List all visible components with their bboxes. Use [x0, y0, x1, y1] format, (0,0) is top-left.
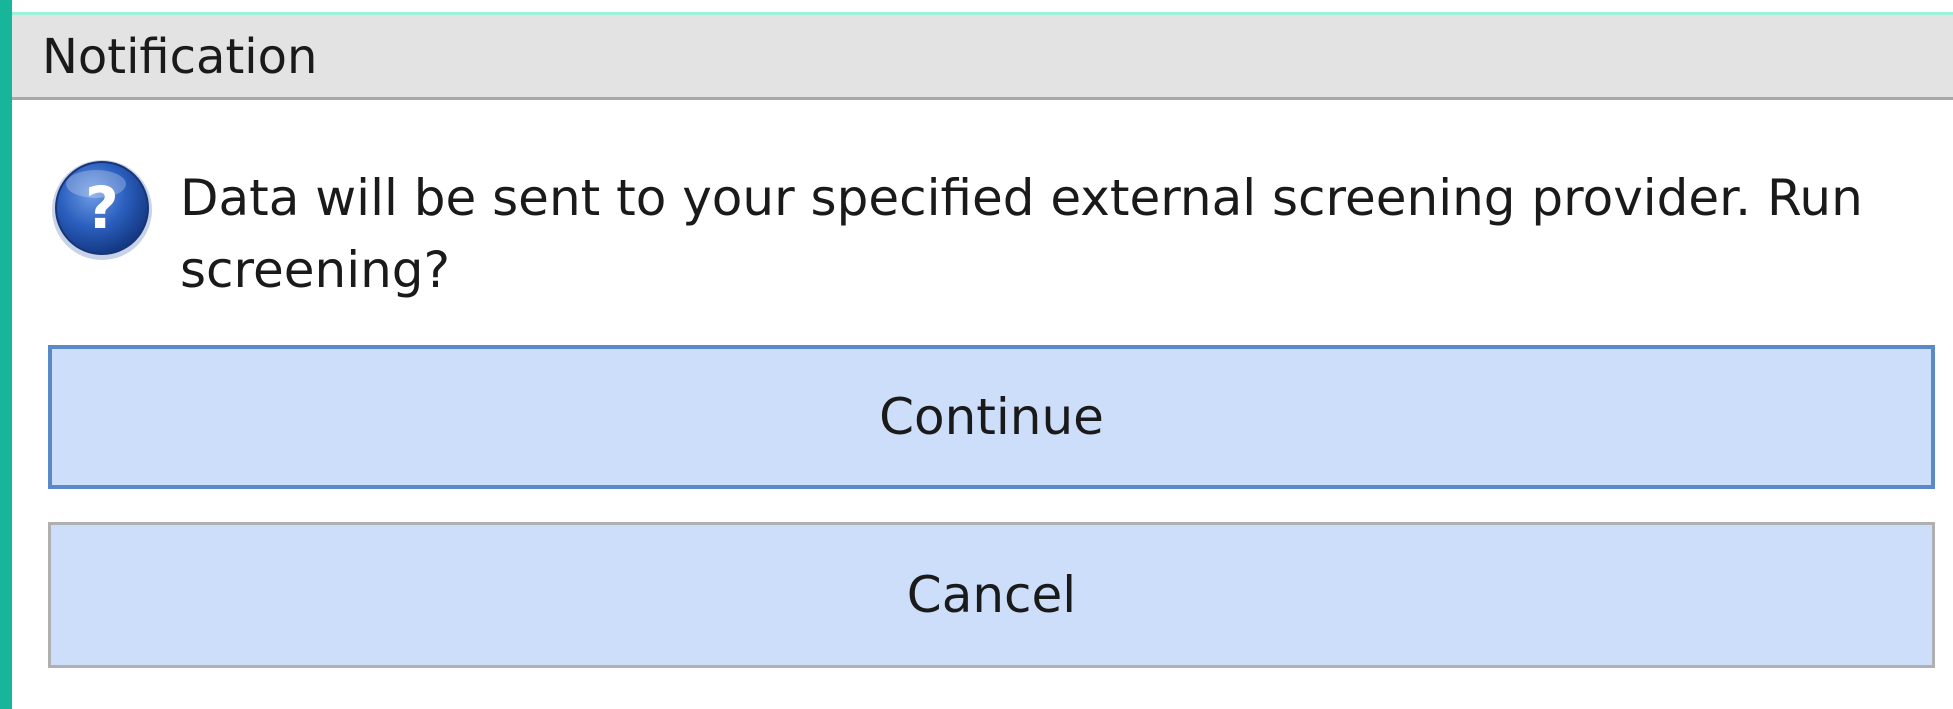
notification-dialog: Notification ? Data will be sent to your… [12, 15, 1953, 709]
svg-text:?: ? [85, 174, 119, 242]
screen: Notification ? Data will be sent to your… [0, 0, 1953, 709]
dialog-titlebar[interactable]: Notification [12, 15, 1953, 100]
dialog-title: Notification [42, 29, 318, 85]
continue-button[interactable]: Continue [48, 345, 1935, 489]
question-icon: ? [52, 160, 152, 260]
dialog-message: Data will be sent to your specified exte… [180, 169, 1863, 299]
cancel-button[interactable]: Cancel [48, 522, 1935, 668]
window-edge-accent [0, 0, 12, 709]
